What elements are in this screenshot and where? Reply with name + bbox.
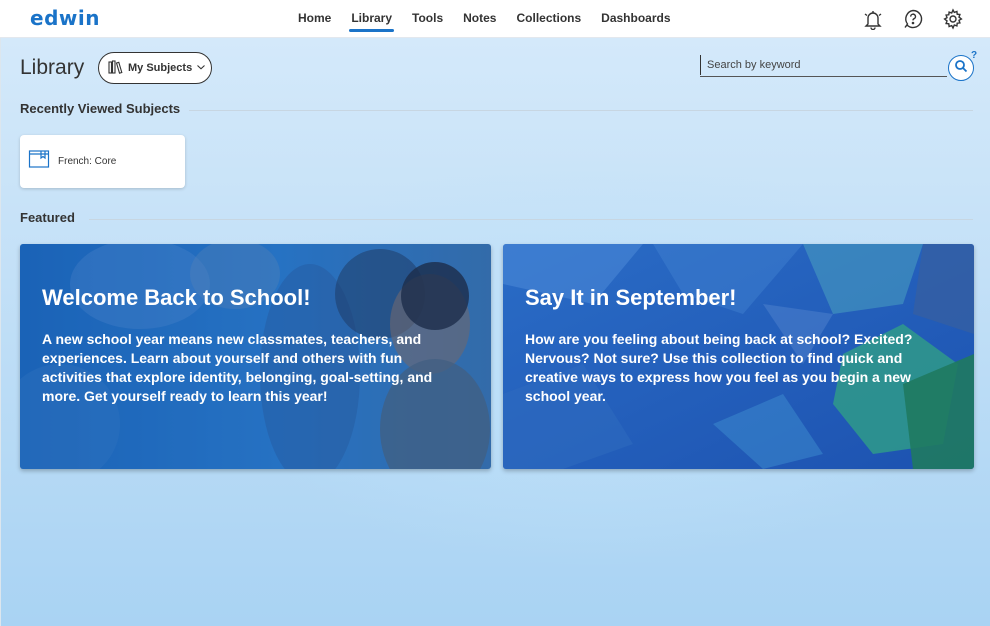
section-divider <box>89 219 973 220</box>
nav-tools[interactable]: Tools <box>402 0 453 38</box>
featured-card-title: Welcome Back to School! <box>42 285 311 310</box>
nav-collections[interactable]: Collections <box>506 0 591 38</box>
featured-card-title: Say It in September! <box>525 285 737 310</box>
search-help-link[interactable]: ? <box>971 50 977 61</box>
main-nav: Home Library Tools Notes Collections Das… <box>288 0 681 38</box>
search-input[interactable] <box>700 55 947 75</box>
edwin-logo[interactable]: edwin <box>30 6 100 30</box>
nav-home[interactable]: Home <box>288 0 341 38</box>
search-field-wrapper <box>700 55 947 77</box>
nav-notes[interactable]: Notes <box>453 0 506 38</box>
chevron-down-icon <box>196 62 206 74</box>
featured-card-welcome-back[interactable]: Welcome Back to School! A new school yea… <box>20 244 491 469</box>
featured-card-description: How are you feeling about being back at … <box>525 331 913 404</box>
featured-card-description: A new school year means new classmates, … <box>42 331 433 404</box>
featured-heading: Featured <box>20 210 75 225</box>
featured-card-say-it-in-september[interactable]: Say It in September! How are you feeling… <box>503 244 974 469</box>
header-icon-group <box>860 7 966 31</box>
page-title: Library <box>20 56 85 79</box>
subject-card[interactable]: French: Core <box>20 135 185 188</box>
books-icon <box>108 59 124 77</box>
search-icon <box>954 59 968 78</box>
my-subjects-label: My Subjects <box>128 62 193 74</box>
nav-dashboards[interactable]: Dashboards <box>591 0 680 38</box>
settings-gear-icon[interactable] <box>940 7 966 31</box>
notifications-bell-icon[interactable] <box>860 7 886 31</box>
book-icon <box>28 149 50 174</box>
help-icon[interactable] <box>900 7 926 31</box>
my-subjects-dropdown[interactable]: My Subjects <box>98 52 212 84</box>
nav-library[interactable]: Library <box>341 0 402 38</box>
library-main: Library My Subjects ? Recently Viewed <box>0 38 990 626</box>
subject-card-label: French: Core <box>58 156 117 167</box>
recent-subjects-heading: Recently Viewed Subjects <box>20 101 181 116</box>
top-navigation-bar: edwin Home Library Tools Notes Collectio… <box>0 0 990 38</box>
section-divider <box>189 110 973 111</box>
